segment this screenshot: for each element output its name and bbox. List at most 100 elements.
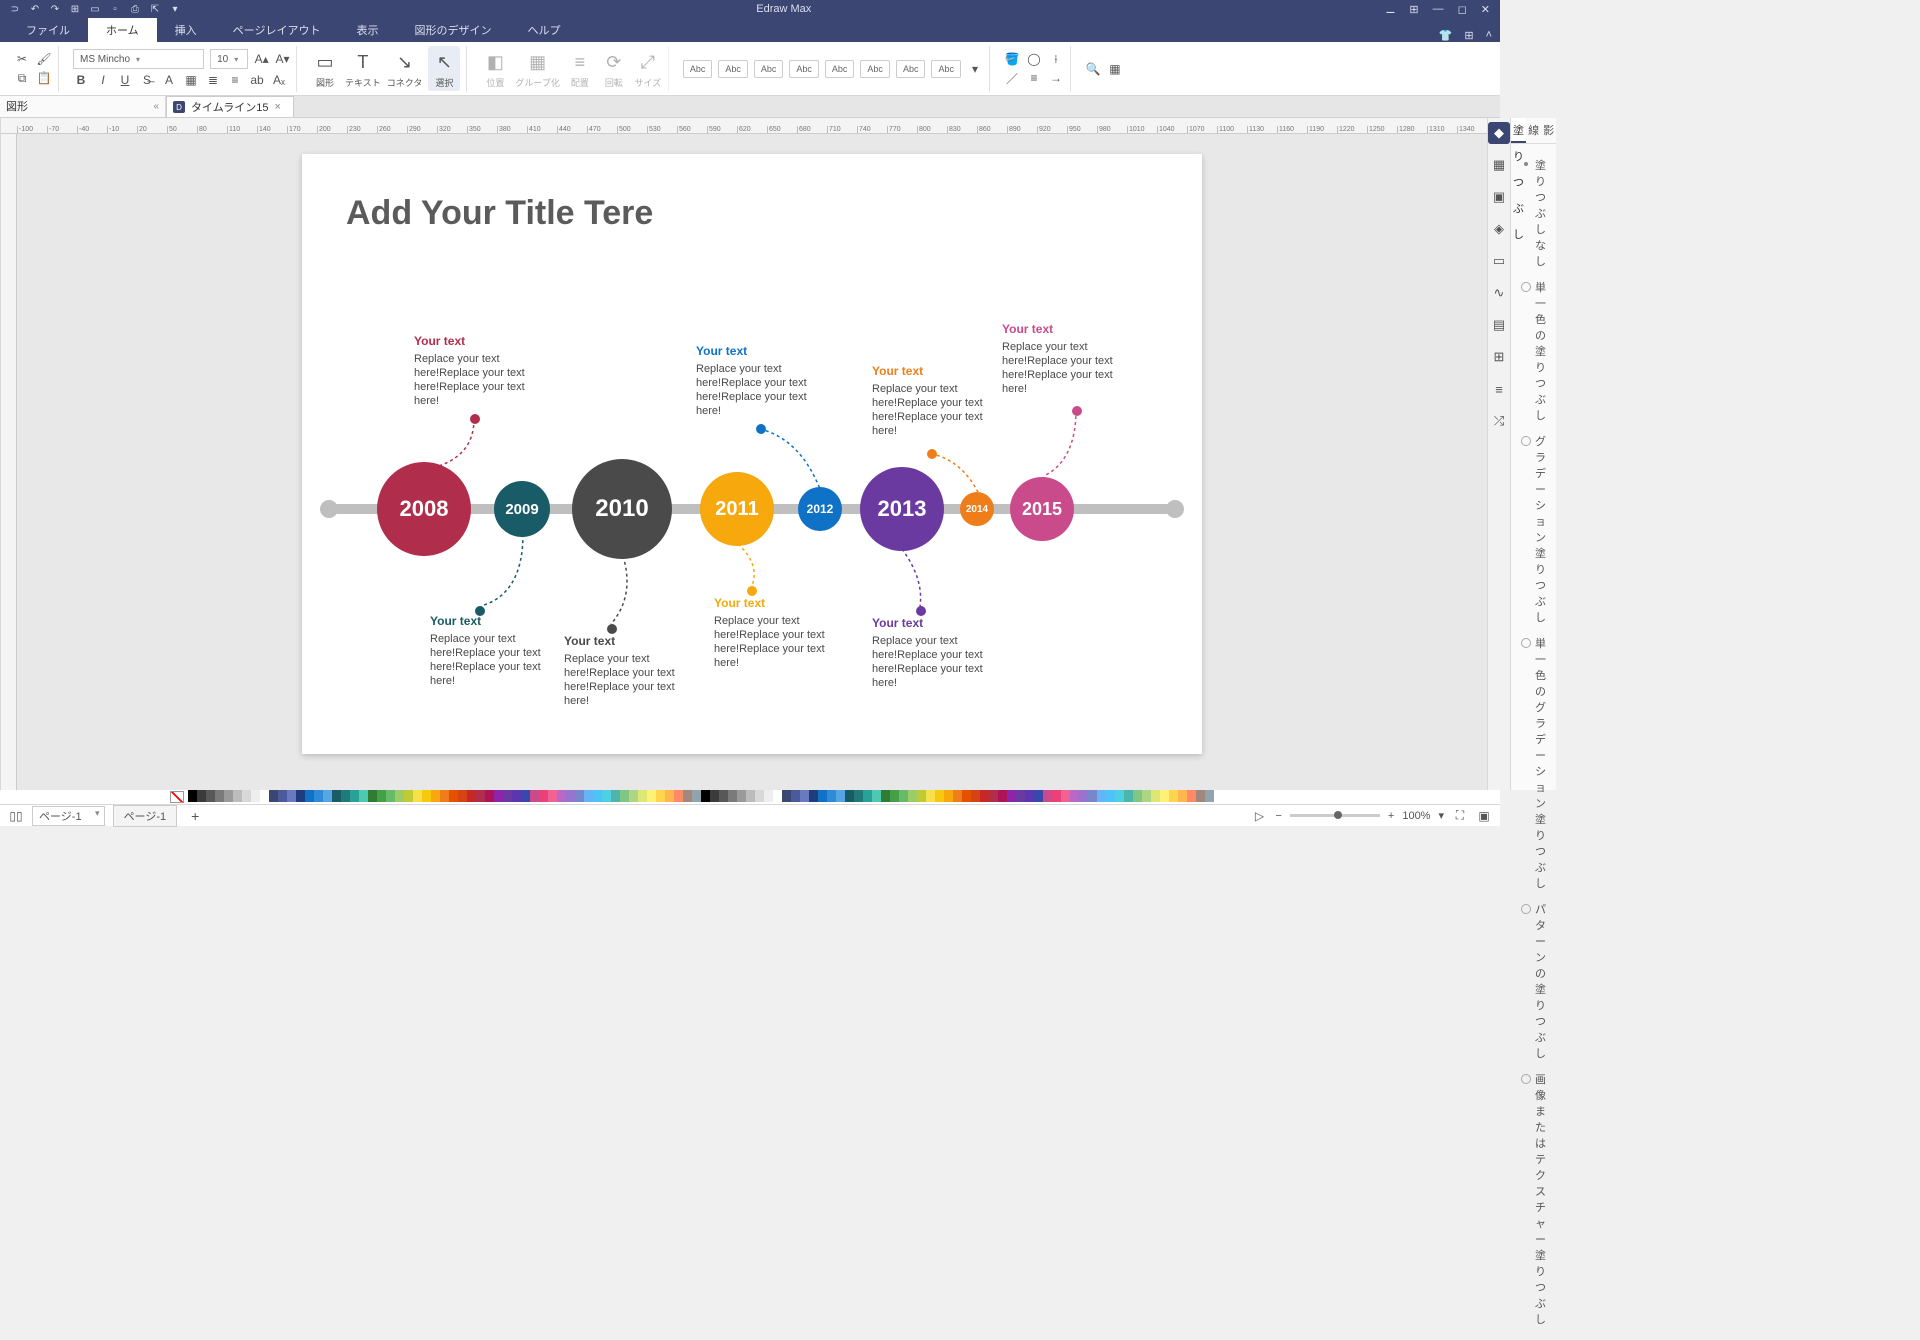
note-2015[interactable]: Your textReplace your text here!Replace …	[1002, 322, 1132, 397]
color-swatch[interactable]	[197, 790, 206, 802]
color-swatch[interactable]	[1061, 790, 1070, 802]
color-swatch[interactable]	[566, 790, 575, 802]
note-2012[interactable]: Your textReplace your text here!Replace …	[696, 344, 826, 419]
note-2013[interactable]: Your textReplace your text here!Replace …	[872, 364, 1002, 439]
color-swatch[interactable]	[629, 790, 638, 802]
color-swatch[interactable]	[1124, 790, 1133, 802]
color-swatch[interactable]	[809, 790, 818, 802]
color-swatch[interactable]	[530, 790, 539, 802]
rt-table-icon[interactable]: ▤	[1488, 314, 1510, 336]
increase-font-icon[interactable]: A▴	[254, 51, 269, 67]
shape-tool-icon[interactable]: ▭	[311, 48, 339, 76]
zoom-dropdown-icon[interactable]: ▾	[1438, 809, 1444, 822]
style-abc-4[interactable]: Abc	[789, 60, 819, 78]
shirt-icon[interactable]: 👕	[1439, 29, 1453, 42]
color-swatch[interactable]	[1079, 790, 1088, 802]
color-swatch[interactable]	[287, 790, 296, 802]
export-icon[interactable]: ⇱	[148, 2, 162, 16]
color-swatch[interactable]	[1016, 790, 1025, 802]
color-swatch[interactable]	[521, 790, 530, 802]
color-swatch[interactable]	[512, 790, 521, 802]
new-icon[interactable]: ⊞	[68, 2, 82, 16]
color-swatch[interactable]	[746, 790, 755, 802]
color-swatch[interactable]	[386, 790, 395, 802]
fit-page-icon[interactable]: ⛶	[1452, 808, 1468, 824]
color-swatch[interactable]	[368, 790, 377, 802]
color-swatch[interactable]	[1106, 790, 1115, 802]
style-abc-3[interactable]: Abc	[754, 60, 784, 78]
bubble-2014[interactable]: 2014	[960, 492, 994, 526]
style-abc-6[interactable]: Abc	[860, 60, 890, 78]
highlight-icon[interactable]: ▦	[183, 72, 199, 88]
no-color-swatch[interactable]	[170, 791, 184, 803]
shapes-collapse-icon[interactable]: «	[153, 101, 159, 112]
color-swatch[interactable]	[737, 790, 746, 802]
fill-icon[interactable]: 🪣	[1004, 51, 1020, 67]
qat-more-icon[interactable]: ▾	[168, 2, 182, 16]
color-swatch[interactable]	[647, 790, 656, 802]
undo-icon[interactable]: ↶	[28, 2, 42, 16]
style-abc-7[interactable]: Abc	[896, 60, 926, 78]
save-icon[interactable]: ▫	[108, 2, 122, 16]
color-swatch[interactable]	[215, 790, 224, 802]
color-swatch[interactable]	[1178, 790, 1187, 802]
color-swatch[interactable]	[341, 790, 350, 802]
shape-icon[interactable]: ◯	[1026, 51, 1042, 67]
color-swatch[interactable]	[710, 790, 719, 802]
bubble-2009[interactable]: 2009	[494, 481, 550, 537]
color-swatch[interactable]	[377, 790, 386, 802]
color-swatch[interactable]	[539, 790, 548, 802]
color-swatch[interactable]	[593, 790, 602, 802]
app-logo[interactable]: ⊃	[8, 2, 22, 16]
color-swatch[interactable]	[953, 790, 962, 802]
color-swatch[interactable]	[602, 790, 611, 802]
color-swatch[interactable]	[656, 790, 665, 802]
tab-home[interactable]: ホーム	[88, 18, 157, 42]
color-swatch[interactable]	[1142, 790, 1151, 802]
color-swatch[interactable]	[413, 790, 422, 802]
color-swatch[interactable]	[1034, 790, 1043, 802]
color-swatch[interactable]	[863, 790, 872, 802]
rt-page-icon[interactable]: ▭	[1488, 250, 1510, 272]
fill-opt-pattern[interactable]: パターンの塗りつぶし	[1521, 896, 1546, 1066]
color-swatch[interactable]	[431, 790, 440, 802]
rt-grid-icon[interactable]: ▦	[1488, 154, 1510, 176]
color-swatch[interactable]	[1133, 790, 1142, 802]
rt-fill-icon[interactable]: ◆	[1488, 122, 1510, 144]
bubble-2013[interactable]: 2013	[860, 467, 944, 551]
color-swatch[interactable]	[890, 790, 899, 802]
color-swatch[interactable]	[1169, 790, 1178, 802]
tab-pagelayout[interactable]: ページレイアウト	[215, 18, 339, 42]
open-icon[interactable]: ▭	[88, 2, 102, 16]
note-2010[interactable]: Your textReplace your text here!Replace …	[564, 634, 694, 709]
prop-tab-fill[interactable]: 塗りつぶし	[1511, 118, 1526, 143]
bullets-icon[interactable]: ≣	[205, 72, 221, 88]
color-swatch[interactable]	[476, 790, 485, 802]
color-swatch[interactable]	[1160, 790, 1169, 802]
color-swatch[interactable]	[980, 790, 989, 802]
color-swatch[interactable]	[1097, 790, 1106, 802]
bubble-2011[interactable]: 2011	[700, 472, 774, 546]
color-swatch[interactable]	[350, 790, 359, 802]
styles-more-icon[interactable]: ▾	[967, 61, 983, 77]
color-swatch[interactable]	[773, 790, 782, 802]
color-swatch[interactable]	[395, 790, 404, 802]
select-all-icon[interactable]: ▦	[1107, 61, 1123, 77]
fullscreen-icon[interactable]: ▣	[1476, 808, 1492, 824]
tab-insert[interactable]: 挿入	[157, 18, 215, 42]
color-swatch[interactable]	[881, 790, 890, 802]
color-swatch[interactable]	[1052, 790, 1061, 802]
strike-icon[interactable]: S̶	[139, 72, 155, 88]
color-swatch[interactable]	[458, 790, 467, 802]
color-swatch[interactable]	[935, 790, 944, 802]
search-icon[interactable]: 🔍	[1085, 61, 1101, 77]
zoom-out-icon[interactable]: −	[1275, 810, 1281, 822]
color-swatch[interactable]	[665, 790, 674, 802]
tab-help[interactable]: ヘルプ	[509, 18, 578, 42]
color-swatch[interactable]	[791, 790, 800, 802]
color-swatch[interactable]	[404, 790, 413, 802]
collapse-ribbon-icon[interactable]: ˄	[1486, 29, 1492, 42]
color-swatch[interactable]	[1115, 790, 1124, 802]
tab-file[interactable]: ファイル	[8, 18, 88, 42]
align-left-icon[interactable]: ≡	[227, 72, 243, 88]
